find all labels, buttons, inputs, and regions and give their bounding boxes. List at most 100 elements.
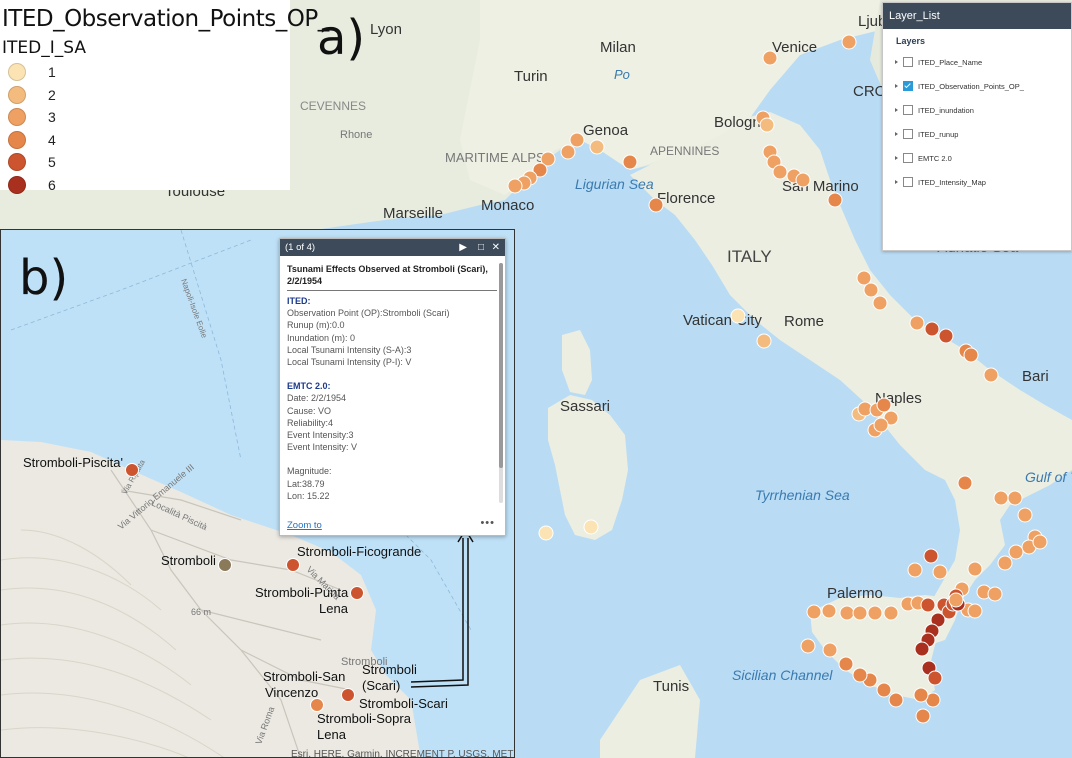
expand-triangle-icon[interactable] — [895, 84, 898, 88]
observation-point[interactable] — [967, 561, 983, 577]
expand-triangle-icon[interactable] — [895, 156, 898, 160]
observation-point[interactable] — [957, 475, 973, 491]
observation-point[interactable] — [759, 117, 775, 133]
observation-point[interactable] — [538, 525, 554, 541]
place-label: Milan — [600, 39, 636, 56]
maximize-icon[interactable]: □ — [478, 239, 484, 256]
layer-item[interactable]: EMTC 2.0 — [895, 151, 952, 165]
observation-point[interactable] — [560, 144, 576, 160]
observation-point[interactable] — [1007, 490, 1023, 506]
feature-popup[interactable]: (1 of 4) ▶ □ ✕ Tsunami Effects Observed … — [279, 238, 506, 536]
observation-point[interactable] — [838, 656, 854, 672]
layer-visibility-checkbox[interactable] — [903, 105, 913, 115]
observation-point[interactable] — [852, 667, 868, 683]
place-label: Marseille — [383, 205, 443, 222]
scrollbar-thumb[interactable] — [499, 263, 503, 468]
observation-point[interactable] — [997, 555, 1013, 571]
close-icon[interactable]: ✕ — [492, 239, 500, 256]
observation-point[interactable] — [762, 50, 778, 66]
zoom-to-link[interactable]: Zoom to — [287, 520, 322, 531]
observation-point[interactable] — [967, 603, 983, 619]
observation-point[interactable] — [987, 586, 1003, 602]
layer-item[interactable]: ITED_Place_Name — [895, 55, 982, 69]
observation-point[interactable] — [730, 308, 746, 324]
observation-point[interactable] — [841, 34, 857, 50]
basemap-label: 66 m — [191, 607, 211, 617]
observation-point[interactable] — [932, 564, 948, 580]
observation-point[interactable] — [350, 586, 364, 600]
layer-name: ITED_Observation_Points_OP_ — [918, 81, 1024, 91]
observation-point[interactable] — [907, 562, 923, 578]
observation-point[interactable] — [806, 604, 822, 620]
observation-point[interactable] — [983, 367, 999, 383]
observation-point[interactable] — [800, 638, 816, 654]
observation-point[interactable] — [125, 463, 139, 477]
observation-point[interactable] — [876, 682, 892, 698]
observation-point[interactable] — [772, 164, 788, 180]
popup-scrollbar[interactable] — [499, 263, 503, 503]
layer-visibility-checkbox[interactable] — [903, 81, 913, 91]
observation-point[interactable] — [963, 347, 979, 363]
layer-list-panel[interactable]: Layer_List Layers ITED_Place_Name ITED_Ob… — [882, 2, 1072, 251]
observation-point[interactable] — [852, 605, 868, 621]
panel-label-b: b) — [19, 250, 69, 306]
observation-point[interactable] — [569, 132, 585, 148]
observation-point[interactable] — [286, 558, 300, 572]
observation-point[interactable] — [909, 315, 925, 331]
observation-point[interactable] — [923, 548, 939, 564]
observation-point[interactable] — [915, 708, 931, 724]
layer-visibility-checkbox[interactable] — [903, 57, 913, 67]
observation-point[interactable] — [756, 333, 772, 349]
layer-item[interactable]: ITED_runup — [895, 127, 958, 141]
observation-point[interactable] — [839, 605, 855, 621]
observation-point[interactable] — [589, 139, 605, 155]
observation-point[interactable] — [938, 328, 954, 344]
expand-triangle-icon[interactable] — [895, 108, 898, 112]
observation-point[interactable] — [507, 178, 523, 194]
ited-attribute: Inundation (m): 0 — [287, 332, 356, 343]
place-label: APENNINES — [650, 144, 719, 158]
more-actions-button[interactable]: ••• — [480, 517, 495, 529]
observation-point[interactable] — [821, 603, 837, 619]
expand-triangle-icon[interactable] — [895, 180, 898, 184]
observation-point[interactable] — [218, 558, 232, 572]
ited-heading: ITED: — [287, 296, 311, 306]
layer-visibility-checkbox[interactable] — [903, 129, 913, 139]
observation-point[interactable] — [913, 687, 929, 703]
legend-class-6: 6 — [8, 175, 208, 195]
layer-visibility-checkbox[interactable] — [903, 153, 913, 163]
observation-point[interactable] — [927, 670, 943, 686]
observation-point[interactable] — [863, 282, 879, 298]
observation-point[interactable] — [920, 597, 936, 613]
observation-point-label: Stromboli-Scari — [359, 696, 448, 711]
observation-point[interactable] — [648, 197, 664, 213]
layer-item[interactable]: ITED_inundation — [895, 103, 974, 117]
layer-item[interactable]: ITED_Observation_Points_OP_ — [895, 79, 1024, 93]
observation-point[interactable] — [924, 321, 940, 337]
observation-point[interactable] — [883, 605, 899, 621]
observation-point[interactable] — [872, 295, 888, 311]
observation-point[interactable] — [827, 192, 843, 208]
observation-point[interactable] — [1008, 544, 1024, 560]
layer-item[interactable]: ITED_Intensity_Map — [895, 175, 986, 189]
observation-point[interactable] — [341, 688, 355, 702]
observation-point[interactable] — [914, 641, 930, 657]
expand-triangle-icon[interactable] — [895, 132, 898, 136]
observation-point[interactable] — [888, 692, 904, 708]
observation-point[interactable] — [1017, 507, 1033, 523]
observation-point[interactable] — [310, 698, 324, 712]
observation-point[interactable] — [876, 397, 892, 413]
next-feature-icon[interactable]: ▶ — [459, 239, 467, 256]
observation-point[interactable] — [873, 417, 889, 433]
observation-point[interactable] — [993, 490, 1009, 506]
observation-point[interactable] — [867, 605, 883, 621]
observation-point[interactable] — [948, 592, 964, 608]
observation-point[interactable] — [622, 154, 638, 170]
expand-triangle-icon[interactable] — [895, 60, 898, 64]
legend-class-label: 6 — [48, 176, 56, 193]
observation-point[interactable] — [583, 519, 599, 535]
observation-point[interactable] — [822, 642, 838, 658]
layer-visibility-checkbox[interactable] — [903, 177, 913, 187]
observation-point[interactable] — [795, 172, 811, 188]
observation-point[interactable] — [1032, 534, 1048, 550]
